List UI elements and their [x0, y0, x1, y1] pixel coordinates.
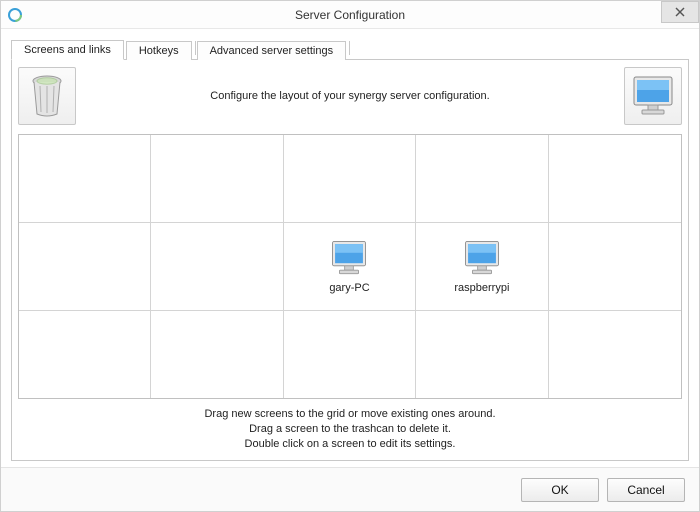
app-icon [7, 7, 23, 23]
tab-advanced-server-settings[interactable]: Advanced server settings [197, 41, 347, 60]
hint-line: Double click on a screen to edit its set… [18, 437, 682, 452]
grid-cell[interactable] [151, 311, 283, 399]
tab-hotkeys[interactable]: Hotkeys [126, 41, 192, 60]
grid-cell[interactable] [284, 311, 416, 399]
grid-cell[interactable] [19, 135, 151, 223]
ok-button[interactable]: OK [521, 478, 599, 502]
grid-cell[interactable] [416, 135, 548, 223]
content-area: Screens and links Hotkeys Advanced serve… [1, 29, 699, 467]
monitor-icon [327, 238, 371, 278]
close-icon [675, 7, 685, 17]
instruction-text: Configure the layout of your synergy ser… [76, 90, 624, 102]
tab-separator [349, 41, 350, 55]
grid-cell[interactable] [151, 135, 283, 223]
screen-label: raspberrypi [454, 282, 509, 294]
grid-cell[interactable] [19, 223, 151, 311]
grid-cell[interactable] [416, 311, 548, 399]
window-title: Server Configuration [1, 8, 699, 22]
grid-cell-screen[interactable]: raspberrypi [416, 223, 548, 311]
close-button[interactable] [661, 1, 699, 23]
grid-cell[interactable] [151, 223, 283, 311]
titlebar: Server Configuration [1, 1, 699, 29]
cancel-button[interactable]: Cancel [607, 478, 685, 502]
grid-cell[interactable] [284, 135, 416, 223]
grid-cell[interactable] [19, 311, 151, 399]
tab-separator [195, 41, 196, 55]
tab-screens-and-links[interactable]: Screens and links [11, 40, 124, 60]
screen-grid[interactable]: gary-PC raspberrypi [18, 134, 682, 399]
screen-label: gary-PC [329, 282, 369, 294]
dialog-window: Server Configuration Screens and links H… [0, 0, 700, 512]
top-row: Configure the layout of your synergy ser… [18, 66, 682, 126]
button-bar: OK Cancel [1, 467, 699, 511]
monitor-icon [460, 238, 504, 278]
grid-cell[interactable] [549, 135, 681, 223]
new-screen-source[interactable] [624, 67, 682, 125]
trash-dropzone[interactable] [18, 67, 76, 125]
grid-cell-screen[interactable]: gary-PC [284, 223, 416, 311]
grid-cell[interactable] [549, 223, 681, 311]
hint-text: Drag new screens to the grid or move exi… [18, 399, 682, 454]
hint-line: Drag new screens to the grid or move exi… [18, 407, 682, 422]
hint-line: Drag a screen to the trashcan to delete … [18, 422, 682, 437]
grid-cell[interactable] [549, 311, 681, 399]
trash-icon [28, 74, 66, 118]
monitor-icon [630, 73, 676, 119]
tabstrip: Screens and links Hotkeys Advanced serve… [11, 37, 689, 59]
tab-panel: Configure the layout of your synergy ser… [11, 59, 689, 461]
